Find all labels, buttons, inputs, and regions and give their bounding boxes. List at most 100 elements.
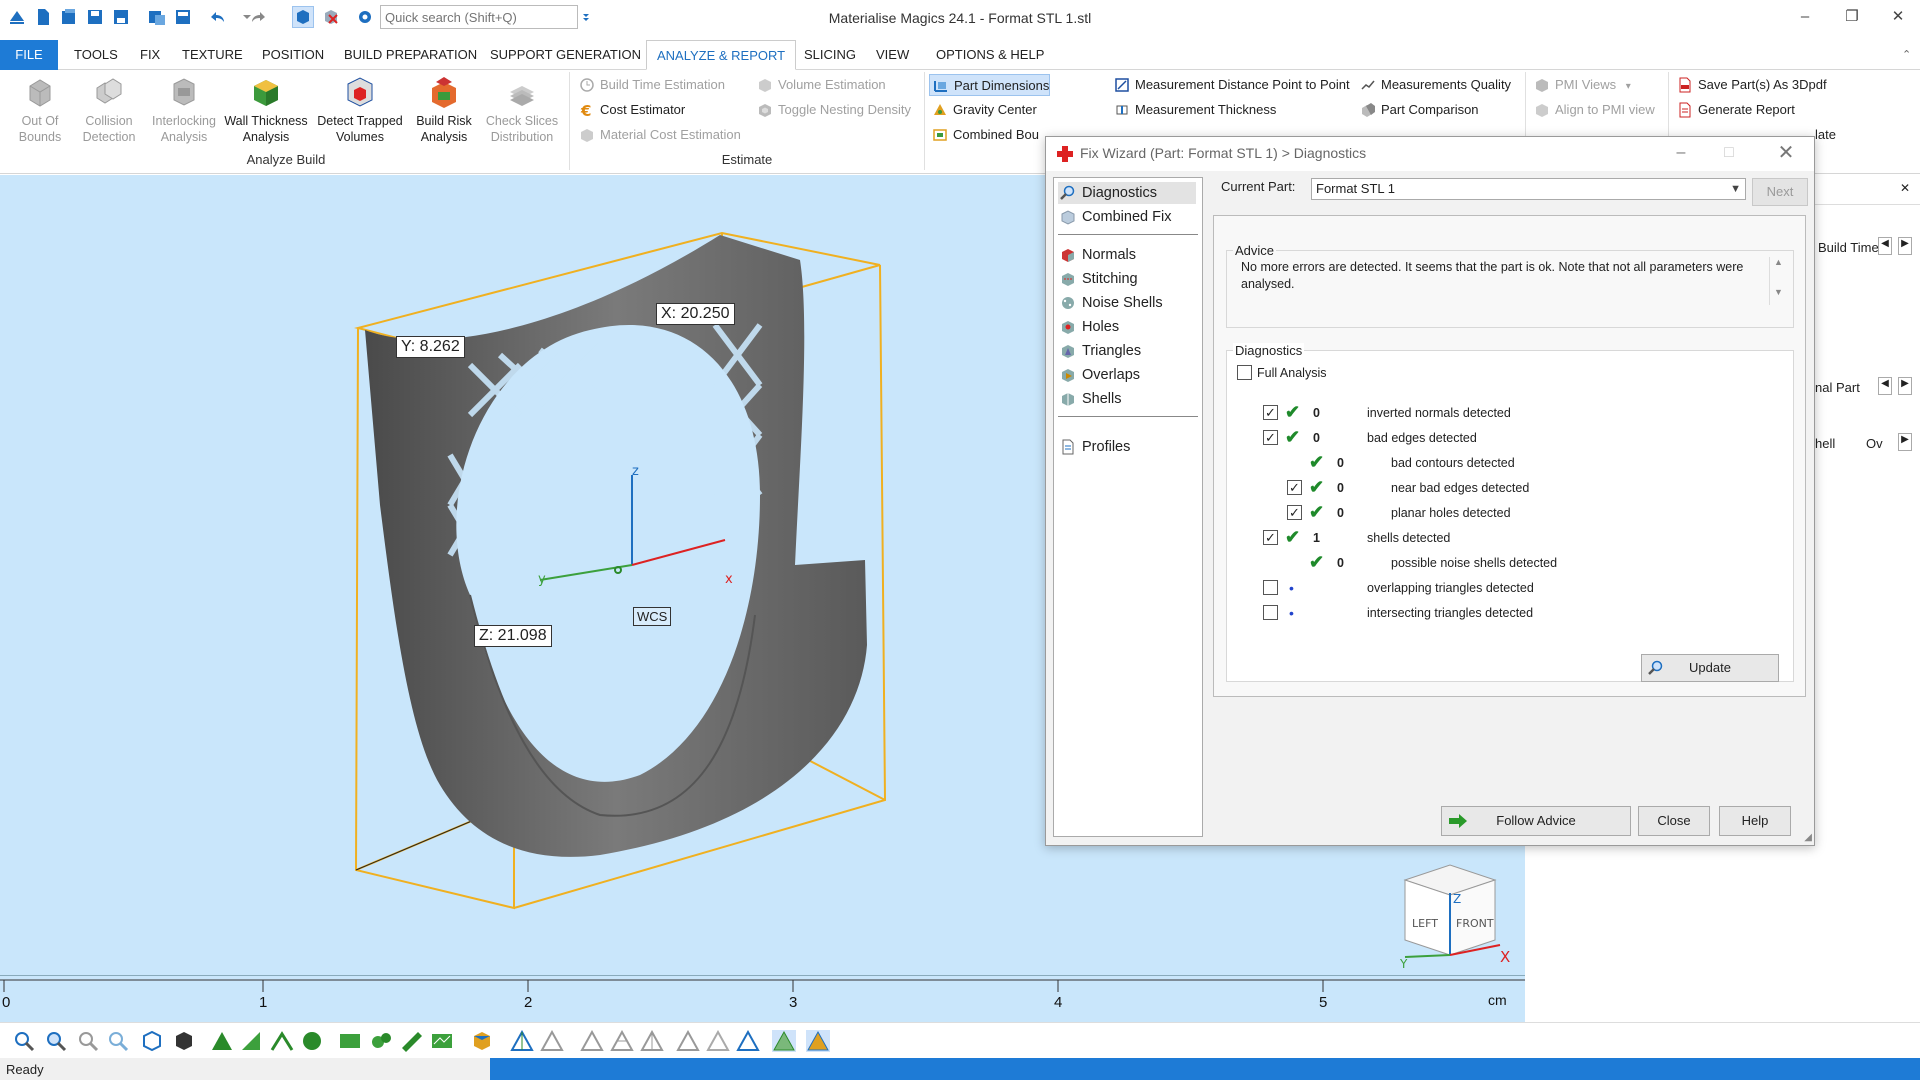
fix-wizard-maximize-button[interactable]: □ (1714, 141, 1744, 165)
tab-file[interactable]: FILE (0, 40, 58, 70)
render-mode-icon[interactable] (210, 1030, 234, 1052)
map-view-icon[interactable] (430, 1030, 454, 1052)
colored-triangle-icon[interactable] (806, 1030, 830, 1052)
follow-advice-button[interactable]: Follow Advice (1441, 806, 1631, 836)
shells-checkbox[interactable] (1263, 528, 1278, 548)
default-view-icon[interactable] (172, 1030, 196, 1052)
nav-triangles[interactable]: Triangles (1058, 340, 1196, 362)
measurement-thickness-button[interactable]: Measurement Thickness (1111, 99, 1276, 121)
wireframe-icon[interactable] (270, 1030, 294, 1052)
open-file-icon[interactable] (58, 6, 80, 28)
settings-gear-icon[interactable] (354, 6, 376, 28)
tab-texture[interactable]: TEXTURE (172, 40, 253, 70)
delete-part-icon[interactable] (320, 6, 342, 28)
build-risk-analysis-button[interactable]: Build Risk Analysis (408, 74, 480, 145)
nav-holes[interactable]: Holes (1058, 316, 1196, 338)
tab-fix[interactable]: FIX (130, 40, 170, 70)
part-color-icon[interactable] (470, 1030, 494, 1052)
out-of-bounds-button[interactable]: Out Of Bounds (8, 74, 72, 145)
fix-wizard-minimize-button[interactable]: – (1666, 141, 1696, 165)
zoom-fit-icon[interactable] (76, 1030, 100, 1052)
tab-tools[interactable]: TOOLS (64, 40, 128, 70)
bad-edges-checkbox[interactable] (1263, 428, 1278, 448)
volume-estimation-button[interactable]: Volume Estimation (754, 74, 886, 96)
restore-button[interactable]: ❐ (1832, 4, 1872, 30)
panel-next-icon[interactable]: ▶ (1898, 377, 1912, 395)
resize-grip-icon[interactable]: ◢ (1804, 832, 1812, 843)
toggle-nesting-density-button[interactable]: Toggle Nesting Density (754, 99, 911, 121)
save-3dpdf-button[interactable]: Save Part(s) As 3Dpdf (1674, 74, 1827, 96)
shading-icon[interactable] (240, 1030, 264, 1052)
view-cube-icon[interactable] (140, 1030, 164, 1052)
full-analysis-checkbox[interactable] (1237, 365, 1252, 380)
material-cost-estimation-button[interactable]: Material Cost Estimation (576, 124, 741, 146)
close-window-button[interactable]: ✕ (1878, 4, 1918, 30)
save-parts-icon[interactable] (172, 6, 194, 28)
collapse-ribbon-icon[interactable]: ⌃ (1892, 40, 1920, 70)
pmi-views-button[interactable]: PMI Views ▾ (1531, 74, 1631, 96)
tab-position[interactable]: POSITION (252, 40, 334, 70)
zoom-icon[interactable] (12, 1030, 36, 1052)
measurement-distance-button[interactable]: Measurement Distance Point to Point (1111, 74, 1350, 96)
fix-wizard-titlebar[interactable]: Fix Wizard (Part: Format STL 1) > Diagno… (1046, 137, 1814, 171)
magics-logo-icon[interactable] (6, 6, 28, 28)
measure-tool-icon[interactable] (400, 1030, 424, 1052)
minimize-button[interactable]: – (1785, 4, 1825, 30)
generate-report-button[interactable]: Generate Report (1674, 99, 1795, 121)
nav-diagnostics[interactable]: Diagnostics (1058, 182, 1196, 204)
planar-holes-checkbox[interactable] (1287, 503, 1302, 523)
save-as-icon[interactable] (110, 6, 132, 28)
collision-detection-button[interactable]: Collision Detection (74, 74, 144, 145)
redo-icon[interactable] (248, 6, 270, 28)
build-time-estimation-button[interactable]: Build Time Estimation (576, 74, 725, 96)
import-parts-icon[interactable] (146, 6, 168, 28)
marked-view-icon[interactable] (370, 1030, 394, 1052)
nav-normals[interactable]: Normals (1058, 244, 1196, 266)
report-template-button-truncated[interactable]: late (1815, 124, 1836, 146)
panel-next-icon[interactable]: ▶ (1898, 433, 1912, 451)
near-bad-edges-checkbox[interactable] (1287, 478, 1302, 498)
tab-options-help[interactable]: OPTIONS & HELP (926, 40, 1054, 70)
nav-stitching[interactable]: Stitching (1058, 268, 1196, 290)
save-icon[interactable] (84, 6, 106, 28)
cost-estimator-button[interactable]: € Cost Estimator (576, 99, 685, 121)
current-part-select[interactable]: Format STL 1 ▼ (1311, 178, 1746, 200)
nav-noise-shells[interactable]: Noise Shells (1058, 292, 1196, 314)
help-button[interactable]: Help (1719, 806, 1791, 836)
triangle-mode-5-icon[interactable] (640, 1030, 664, 1052)
zoom-window-icon[interactable] (44, 1030, 68, 1052)
part-view-icon[interactable] (292, 6, 314, 28)
triangle-mode-6-icon[interactable] (676, 1030, 700, 1052)
overlapping-triangles-checkbox[interactable] (1263, 580, 1278, 595)
undo-icon[interactable] (206, 6, 228, 28)
triangle-mode-8-icon[interactable] (736, 1030, 760, 1052)
triangle-mode-3-icon[interactable] (580, 1030, 604, 1052)
advice-scrollbar[interactable]: ▲ ▼ (1769, 257, 1787, 305)
check-slices-distribution-button[interactable]: Check Slices Distribution (482, 74, 562, 145)
panel-prev-icon[interactable]: ◀ (1878, 237, 1892, 255)
shaded-triangle-icon[interactable] (772, 1030, 796, 1052)
panel-next-icon[interactable]: ▶ (1898, 237, 1912, 255)
combined-bounding-box-button[interactable]: Combined Bou (929, 124, 1039, 146)
triangle-mode-4-icon[interactable] (610, 1030, 634, 1052)
nav-shells[interactable]: Shells (1058, 388, 1196, 410)
pmi-views-dropdown-icon[interactable]: ▾ (1626, 81, 1631, 92)
intersecting-triangles-checkbox[interactable] (1263, 605, 1278, 620)
search-options-icon[interactable] (580, 6, 592, 28)
measurements-quality-button[interactable]: Measurements Quality (1357, 74, 1511, 96)
view-cube[interactable]: LEFT FRONT Z X Y (1399, 864, 1510, 971)
part-comparison-button[interactable]: Part Comparison (1357, 99, 1479, 121)
update-button[interactable]: Update (1641, 654, 1779, 682)
tab-support-generation[interactable]: SUPPORT GENERATION (480, 40, 651, 70)
panel-prev-icon[interactable]: ◀ (1878, 377, 1892, 395)
interlocking-analysis-button[interactable]: Interlocking Analysis (146, 74, 222, 145)
triangle-mode-7-icon[interactable] (706, 1030, 730, 1052)
align-to-pmi-view-button[interactable]: Align to PMI view (1531, 99, 1655, 121)
tab-slicing[interactable]: SLICING (794, 40, 866, 70)
tab-analyze-report[interactable]: ANALYZE & REPORT (646, 40, 797, 70)
close-button[interactable]: Close (1638, 806, 1710, 836)
quick-search-input[interactable] (380, 5, 578, 29)
nav-combined-fix[interactable]: Combined Fix (1058, 206, 1196, 228)
triangle-view-icon[interactable] (338, 1030, 362, 1052)
new-file-icon[interactable] (32, 6, 54, 28)
